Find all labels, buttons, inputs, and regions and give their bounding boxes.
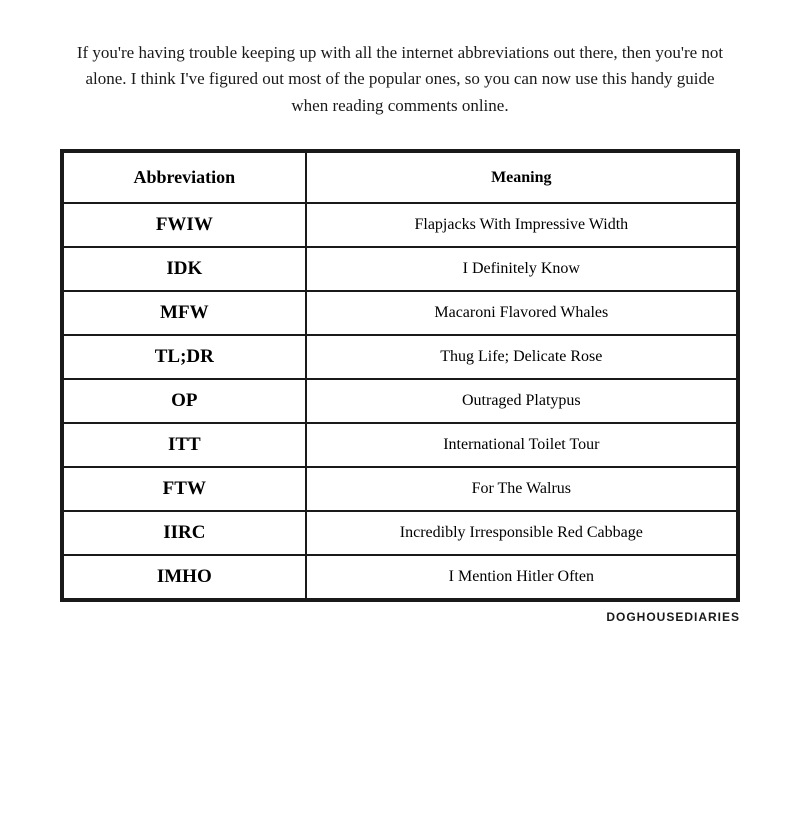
cell-abbreviation: IMHO [63, 555, 306, 599]
abbreviations-table-wrapper: Abbreviation Meaning FWIWFlapjacks With … [60, 149, 740, 602]
cell-meaning: Incredibly Irresponsible Red Cabbage [306, 511, 737, 555]
cell-abbreviation: TL;DR [63, 335, 306, 379]
cell-abbreviation: ITT [63, 423, 306, 467]
cell-abbreviation: OP [63, 379, 306, 423]
cell-meaning: For The Walrus [306, 467, 737, 511]
cell-meaning: I Definitely Know [306, 247, 737, 291]
footer-brand: DOGHOUSEDIARIES [60, 610, 740, 624]
intro-paragraph: If you're having trouble keeping up with… [70, 40, 730, 119]
abbreviations-table: Abbreviation Meaning FWIWFlapjacks With … [62, 151, 738, 600]
cell-meaning: Macaroni Flavored Whales [306, 291, 737, 335]
cell-abbreviation: MFW [63, 291, 306, 335]
cell-abbreviation: IIRC [63, 511, 306, 555]
cell-meaning: International Toilet Tour [306, 423, 737, 467]
header-meaning: Meaning [306, 152, 737, 203]
cell-abbreviation: IDK [63, 247, 306, 291]
cell-abbreviation: FTW [63, 467, 306, 511]
table-row: FWIWFlapjacks With Impressive Width [63, 203, 737, 247]
cell-meaning: Thug Life; Delicate Rose [306, 335, 737, 379]
table-row: FTWFor The Walrus [63, 467, 737, 511]
table-row: MFWMacaroni Flavored Whales [63, 291, 737, 335]
table-row: IMHOI Mention Hitler Often [63, 555, 737, 599]
cell-meaning: Flapjacks With Impressive Width [306, 203, 737, 247]
table-row: ITTInternational Toilet Tour [63, 423, 737, 467]
table-row: IDKI Definitely Know [63, 247, 737, 291]
cell-abbreviation: FWIW [63, 203, 306, 247]
table-row: IIRCIncredibly Irresponsible Red Cabbage [63, 511, 737, 555]
cell-meaning: Outraged Platypus [306, 379, 737, 423]
table-header-row: Abbreviation Meaning [63, 152, 737, 203]
table-row: OPOutraged Platypus [63, 379, 737, 423]
table-row: TL;DRThug Life; Delicate Rose [63, 335, 737, 379]
cell-meaning: I Mention Hitler Often [306, 555, 737, 599]
header-abbreviation: Abbreviation [63, 152, 306, 203]
